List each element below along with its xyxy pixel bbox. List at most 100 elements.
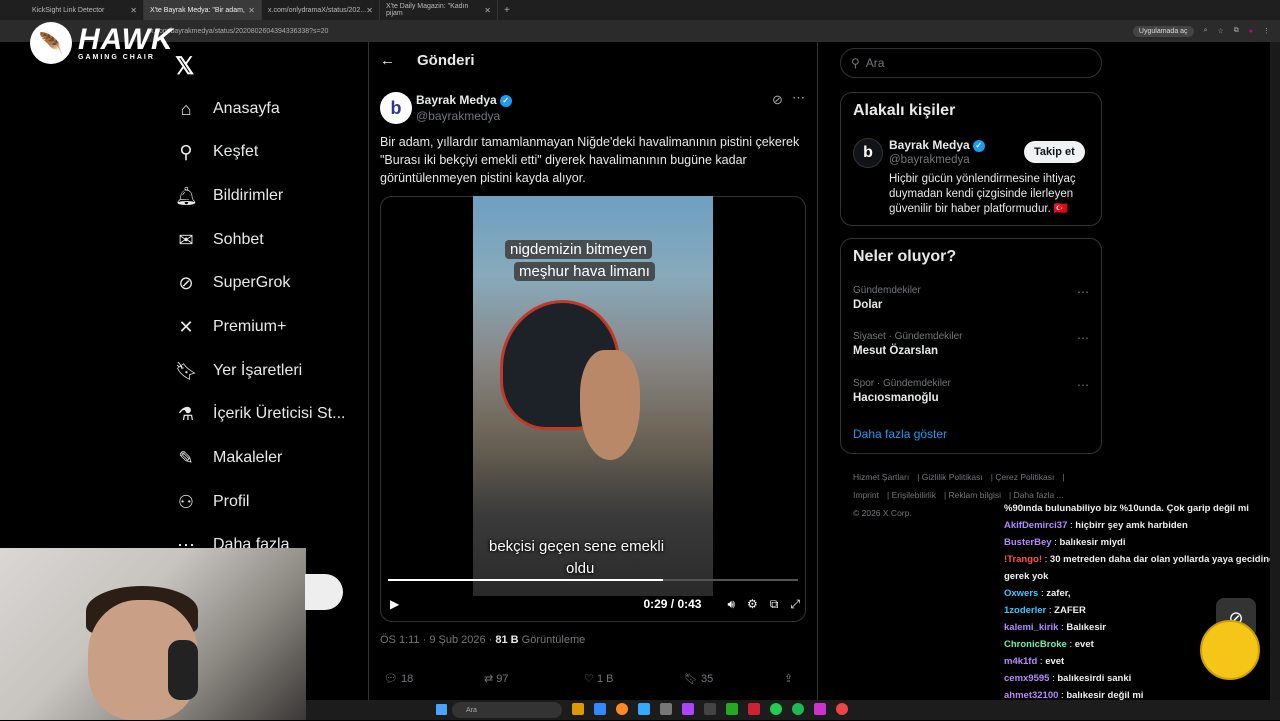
chat-text: balıkesirdi sanki: [1057, 673, 1132, 684]
search-input[interactable]: ⚲ Ara: [840, 48, 1102, 78]
back-arrow-icon[interactable]: ←: [380, 52, 395, 69]
new-tab-icon[interactable]: +: [504, 5, 510, 16]
app-icon[interactable]: [770, 703, 782, 715]
more-options-icon[interactable]: ⋯: [1077, 331, 1089, 345]
nav-notifications[interactable]: 🔔︎ Bildirimler: [175, 184, 283, 208]
close-icon[interactable]: ✕: [484, 6, 491, 15]
share-button[interactable]: ⇪: [784, 672, 793, 685]
follow-button[interactable]: Takip et: [1024, 141, 1085, 163]
nav-profile[interactable]: ⚇ Profil: [175, 490, 250, 514]
post-timestamp[interactable]: ÖS 1:11 · 9 Şub 2026 ·: [380, 634, 495, 646]
app-icon[interactable]: [836, 703, 848, 715]
like-button[interactable]: ♡ 1 B: [584, 672, 684, 685]
show-more-link[interactable]: Daha fazla göster: [853, 427, 947, 441]
app-icon[interactable]: [704, 703, 716, 715]
spotify-icon[interactable]: [792, 703, 804, 715]
url-field[interactable]: x.com/bayrakmedya/status/202080260439433…: [150, 28, 328, 35]
zoom-icon[interactable]: ⌕: [1204, 27, 1208, 35]
tab-onlydrama[interactable]: x.com/onlydramaX/status/202... ✕: [262, 0, 380, 20]
more-options-icon[interactable]: ⋯: [1077, 285, 1089, 299]
app-icon[interactable]: [594, 703, 606, 715]
app-icon[interactable]: [748, 703, 760, 715]
close-icon[interactable]: ✕: [130, 6, 137, 15]
scrollbar[interactable]: [1270, 42, 1280, 700]
footer-link[interactable]: Daha fazla ...: [1014, 490, 1064, 500]
star-icon[interactable]: ☆: [1217, 27, 1223, 35]
chat-username[interactable]: AkifDemirci37: [1004, 520, 1067, 531]
more-options-icon[interactable]: ⋯: [1077, 378, 1089, 392]
author-handle[interactable]: @bayrakmedya: [416, 109, 500, 123]
nav-home[interactable]: ⌂ Anasayfa: [175, 97, 280, 121]
nav-bookmarks[interactable]: 🔖︎ Yer İşaretleri: [175, 359, 302, 383]
footer-link[interactable]: Imprint: [853, 490, 879, 500]
footer-link[interactable]: Hizmet Şartları: [853, 472, 909, 482]
taskbar-search[interactable]: Ara: [452, 702, 562, 718]
related-handle[interactable]: @bayrakmedya: [889, 154, 970, 166]
tab-dailymagazin[interactable]: X'te Daily Magazin: "Kadın pijam ✕: [380, 0, 498, 20]
bookmark-button[interactable]: 🔖︎ 35: [684, 672, 784, 685]
chat-username[interactable]: BusterBey: [1004, 537, 1052, 548]
nav-creator-studio[interactable]: ⚗ İçerik Üreticisi St...: [175, 402, 346, 426]
more-options-icon[interactable]: ⋯: [792, 90, 805, 106]
chat-username[interactable]: m4k1fd: [1004, 656, 1037, 667]
play-icon[interactable]: ▶: [390, 597, 399, 611]
chat-username[interactable]: 1zoderler: [1004, 605, 1046, 616]
nav-explore[interactable]: ⚲ Keşfet: [175, 140, 258, 164]
profile-icon[interactable]: ●: [1249, 28, 1253, 35]
chat-username[interactable]: cemx9595: [1004, 673, 1049, 684]
fullscreen-icon[interactable]: ⤢: [790, 597, 800, 612]
footer-link[interactable]: Erişilebilirlik: [892, 490, 936, 500]
extensions-icon[interactable]: ⧉: [1234, 27, 1239, 35]
app-icon[interactable]: [726, 703, 738, 715]
app-icon[interactable]: [814, 703, 826, 715]
chrome-icon[interactable]: [616, 703, 628, 715]
nav-label: Profil: [213, 493, 250, 510]
hawk-emblem-icon: 🪶: [30, 22, 72, 64]
tab-bayrak[interactable]: X'te Bayrak Medya: "Bir adam, ✕: [144, 0, 262, 20]
related-name[interactable]: Bayrak Medya ✓: [889, 138, 985, 152]
nav-articles[interactable]: ✎ Makaleler: [175, 446, 282, 470]
repost-button[interactable]: ⇄ 97: [484, 672, 584, 685]
search-icon: ⚲: [179, 141, 193, 162]
chat-message: !Trango! : 30 metreden daha dar olan yol…: [1004, 554, 1275, 582]
bookmark-count: 35: [701, 673, 714, 685]
pip-icon[interactable]: ⧉: [770, 597, 779, 612]
reply-button[interactable]: 💬︎ 18: [384, 672, 484, 685]
footer-link[interactable]: Gizlilik Politikası: [922, 472, 983, 482]
chat-username[interactable]: !Trango!: [1004, 554, 1042, 565]
post-button[interactable]: [305, 574, 343, 610]
volume-icon[interactable]: 🔊︎: [727, 597, 735, 612]
menu-icon[interactable]: ⋮: [1263, 27, 1270, 35]
footer-link[interactable]: Reklam bilgisi: [949, 490, 1001, 500]
app-icon[interactable]: [572, 703, 584, 715]
author-name[interactable]: Bayrak Medya ✓: [416, 93, 512, 107]
x-logo-icon[interactable]: 𝕏: [175, 52, 194, 81]
nav-grok[interactable]: ⊘ SuperGrok: [175, 271, 290, 295]
nav-messages[interactable]: ✉ Sohbet: [175, 228, 264, 252]
trend-item[interactable]: Hacıosmanoğlu: [853, 392, 939, 404]
close-icon[interactable]: ✕: [248, 6, 255, 15]
chat-username[interactable]: Oxwers: [1004, 588, 1038, 599]
nav-premium[interactable]: ✕ Premium+: [175, 315, 286, 339]
author-avatar[interactable]: b: [380, 92, 412, 124]
related-title: Alakalı kişiler: [853, 102, 956, 119]
bookmark-icon: 🔖︎: [175, 360, 198, 381]
nav-label: Sohbet: [213, 231, 264, 248]
open-app-button[interactable]: Uygulamada aç: [1132, 25, 1194, 37]
chat-message: AkifDemirci37 : hiçbirr şey amk harbiden: [1004, 520, 1188, 531]
tab-kicksight[interactable]: KickSight Link Detector ✕: [26, 0, 144, 20]
app-icon[interactable]: [638, 703, 650, 715]
chat-text: %90ında bulunabiliyo biz %10unda. Çok ga…: [1004, 503, 1249, 514]
chat-username[interactable]: kalemi_kirik: [1004, 622, 1058, 633]
grok-explain-icon[interactable]: ⊘: [772, 92, 783, 108]
trend-item[interactable]: Mesut Özarslan: [853, 345, 938, 357]
app-icon[interactable]: [660, 703, 672, 715]
settings-icon[interactable]: ⚙: [747, 597, 758, 611]
related-avatar[interactable]: b: [853, 138, 883, 168]
app-icon[interactable]: [682, 703, 694, 715]
footer-link[interactable]: Çerez Politikası: [995, 472, 1054, 482]
close-icon[interactable]: ✕: [366, 6, 373, 15]
trend-item[interactable]: Dolar: [853, 299, 882, 311]
chat-username[interactable]: ChronicBroke: [1004, 639, 1067, 650]
windows-start-icon[interactable]: [436, 704, 447, 715]
